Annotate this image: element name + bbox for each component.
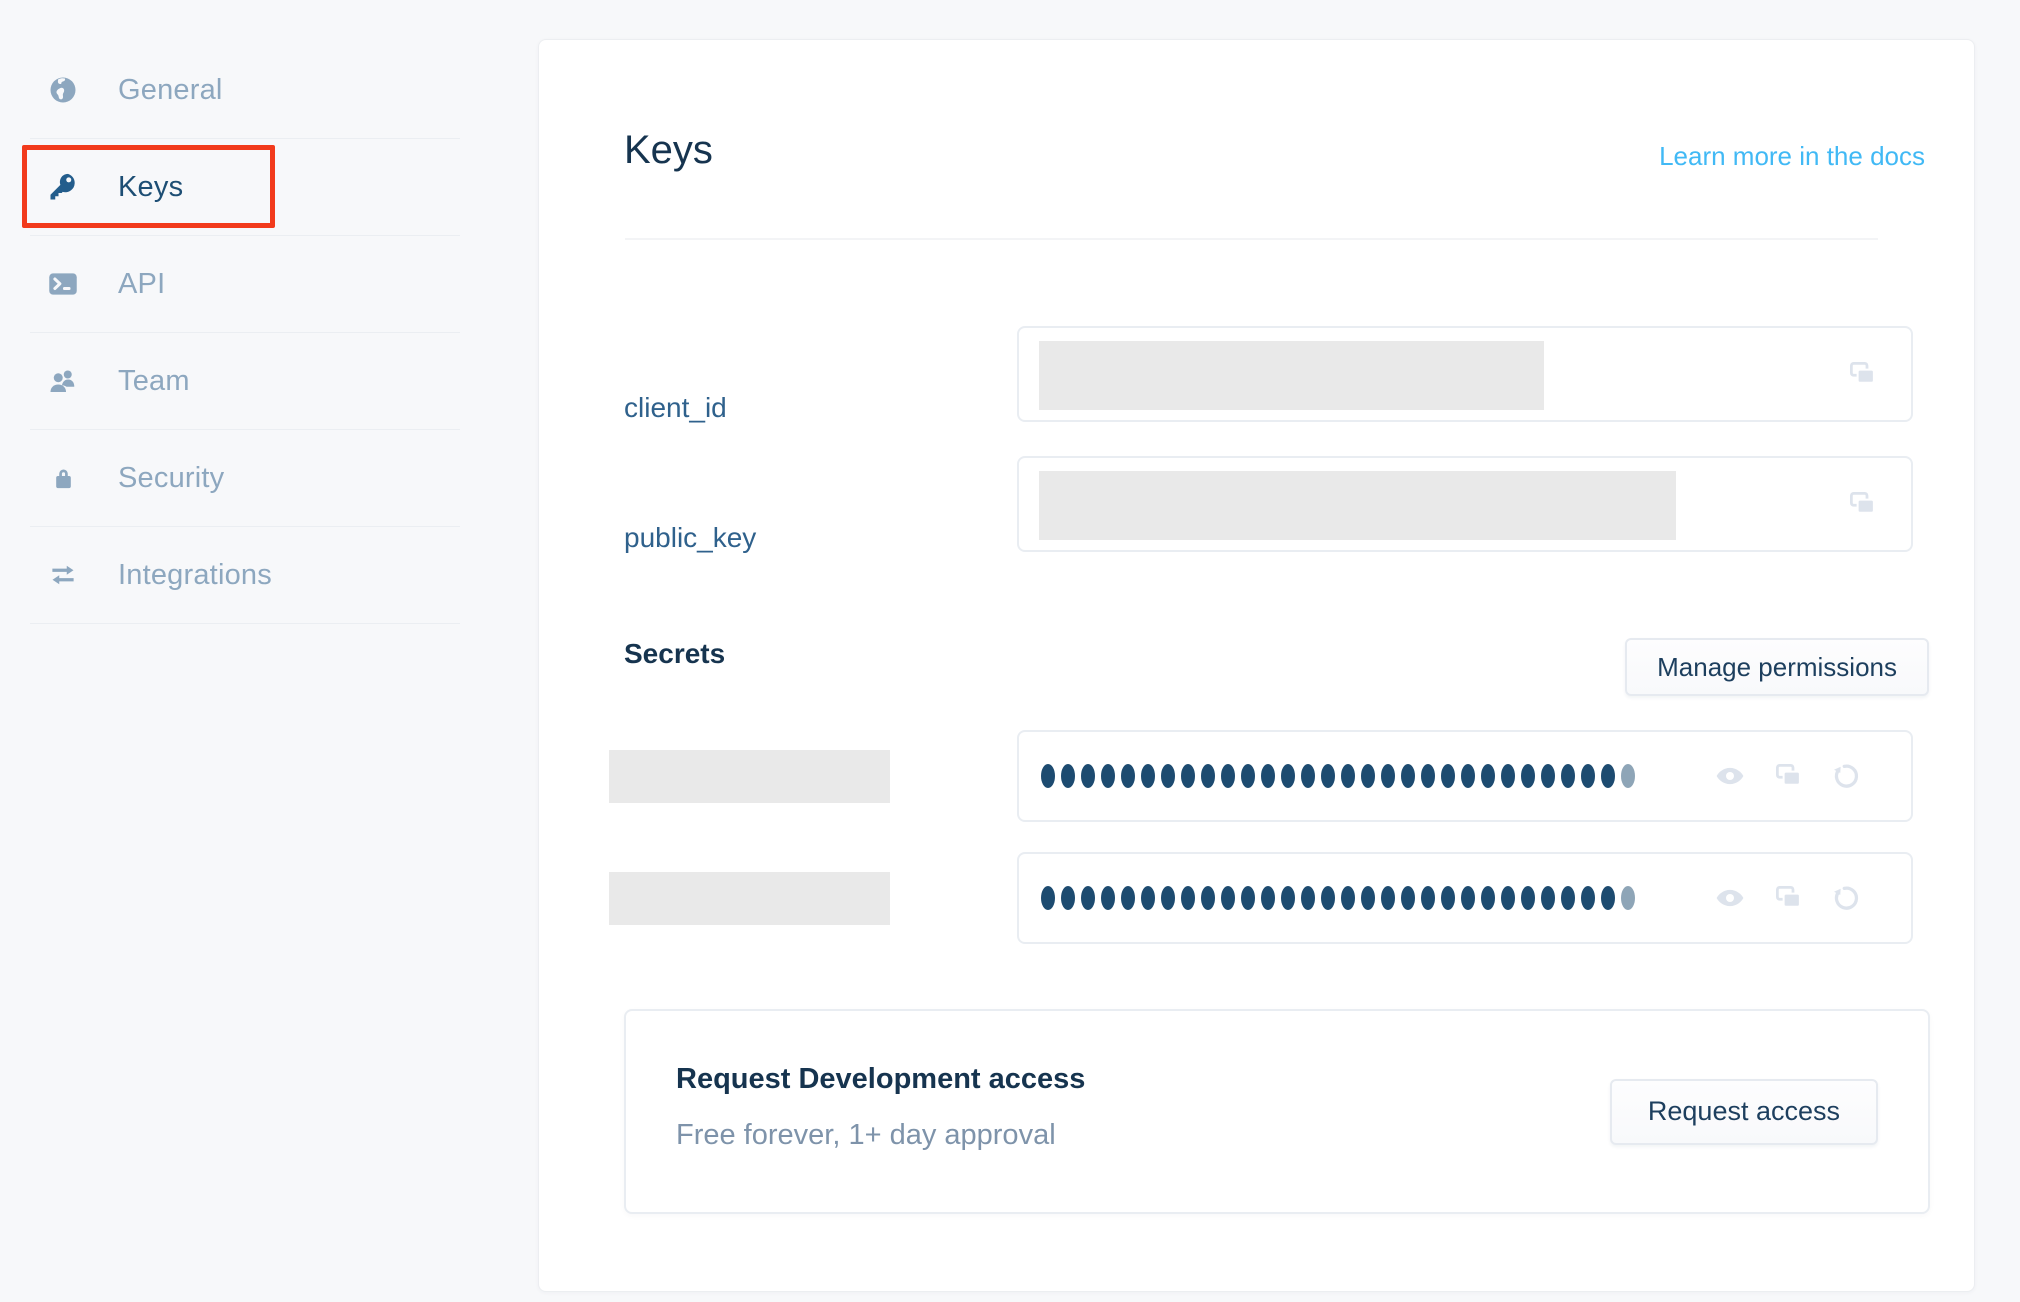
redacted-secret-label [609, 872, 890, 925]
public-key-field [1017, 456, 1913, 552]
secrets-heading: Secrets [624, 638, 725, 670]
copy-icon[interactable] [1773, 883, 1803, 913]
eye-icon[interactable] [1715, 883, 1745, 913]
secret-value-field [1017, 730, 1913, 822]
sidebar-item-label: General [118, 74, 223, 107]
request-access-button[interactable]: Request access [1610, 1079, 1878, 1145]
sidebar-item-label: Keys [118, 171, 183, 204]
copy-icon[interactable] [1847, 489, 1877, 519]
request-access-title: Request Development access [676, 1063, 1085, 1096]
client-id-field [1017, 326, 1913, 422]
settings-page: General Keys API [0, 0, 2020, 1302]
sidebar-item-integrations[interactable]: Integrations [30, 527, 460, 624]
copy-icon[interactable] [1773, 761, 1803, 791]
sidebar-item-label: Security [118, 462, 224, 495]
globe-icon [48, 75, 78, 105]
settings-sidebar: General Keys API [0, 0, 538, 624]
sidebar-item-label: Team [118, 365, 190, 398]
field-label-public-key: public_key [624, 522, 756, 554]
terminal-icon [48, 269, 78, 299]
docs-link[interactable]: Learn more in the docs [1659, 141, 1925, 172]
sidebar-item-label: Integrations [118, 559, 272, 592]
rotate-icon[interactable] [1831, 761, 1861, 791]
request-access-subtitle: Free forever, 1+ day approval [676, 1119, 1056, 1152]
redacted-value-block [1039, 471, 1676, 540]
copy-icon[interactable] [1847, 359, 1877, 389]
page-title: Keys [624, 128, 713, 173]
field-label-client-id: client_id [624, 392, 727, 424]
team-icon [48, 366, 78, 396]
sidebar-item-security[interactable]: Security [30, 430, 460, 527]
masked-secret-dots [1041, 886, 1641, 910]
swap-arrows-icon [48, 560, 78, 590]
masked-secret-dots [1041, 764, 1641, 788]
lock-icon [48, 463, 78, 493]
rotate-icon[interactable] [1831, 883, 1861, 913]
keys-panel: Keys Learn more in the docs client_id pu… [538, 39, 1975, 1292]
key-icon [48, 172, 78, 202]
redacted-secret-label [609, 750, 890, 803]
sidebar-item-label: API [118, 268, 165, 301]
sidebar-item-keys[interactable]: Keys [30, 139, 460, 236]
eye-icon[interactable] [1715, 761, 1745, 791]
request-access-card: Request Development access Free forever,… [624, 1009, 1930, 1214]
secret-value-field [1017, 852, 1913, 944]
title-divider [625, 238, 1878, 240]
secret-actions [1715, 732, 1861, 820]
sidebar-item-general[interactable]: General [30, 42, 460, 139]
manage-permissions-button[interactable]: Manage permissions [1625, 638, 1929, 696]
sidebar-item-team[interactable]: Team [30, 333, 460, 430]
sidebar-item-api[interactable]: API [30, 236, 460, 333]
redacted-value-block [1039, 341, 1544, 410]
secret-actions [1715, 854, 1861, 942]
